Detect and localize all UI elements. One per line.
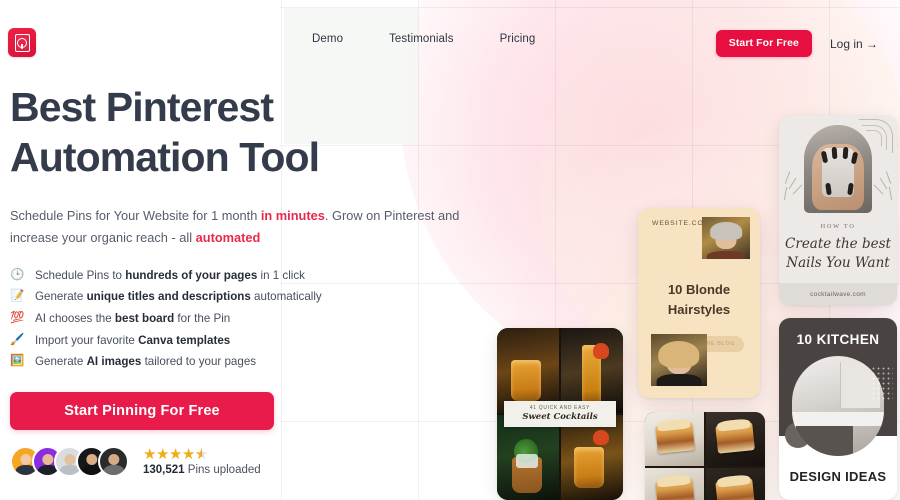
hundred-points-icon: 💯 — [10, 312, 25, 325]
cocktail-card-label: 41 QUICK AND EASY Sweet Cocktails — [504, 401, 616, 427]
pins-uploaded-count: 130,521 Pins uploaded — [143, 464, 261, 476]
cocktail-card-kicker: 41 QUICK AND EASY — [529, 405, 591, 411]
lasagna-photo — [705, 412, 765, 467]
hero-subheading: Schedule Pins for Your Website for 1 mon… — [10, 205, 460, 249]
avatar-group — [10, 446, 129, 478]
feature-list: 🕒 Schedule Pins to hundreds of your page… — [10, 268, 490, 369]
feature-text-pre: Generate — [35, 355, 87, 369]
lasagna-photo — [645, 467, 705, 500]
feature-text-bold: hundreds of your pages — [125, 268, 258, 282]
feature-item-ai-images: 🖼️ Generate AI images tailored to your p… — [10, 354, 490, 369]
kitchen-card-subtitle: DESIGN IDEAS — [789, 469, 887, 484]
blonde-card-title: 10 Blonde Hairstyles — [667, 282, 731, 317]
nav-item-pricing[interactable]: Pricing — [500, 33, 536, 45]
pins-count-suffix: Pins uploaded — [184, 464, 261, 477]
feature-text-post: for the Pin — [174, 311, 231, 325]
feature-item-canva-templates: 🖌️ Import your favorite Canva templates — [10, 333, 490, 348]
pin-card-blonde-hairstyles[interactable]: WEBSITE.COM 10 Blonde Hairstyles READ TH… — [638, 208, 760, 398]
nails-photo — [804, 125, 872, 213]
brand-logo[interactable] — [8, 28, 36, 57]
star-rating: ★★★★★ — [143, 447, 261, 462]
nails-card-title: Create the best Nails You Want — [785, 236, 891, 272]
landing-page-stage: Demo Testimonials Pricing Start For Free… — [0, 0, 900, 500]
cocktail-photo — [560, 414, 623, 500]
main-navigation: Demo Testimonials Pricing — [312, 33, 535, 45]
clock-icon: 🕒 — [10, 268, 25, 281]
feature-text: Schedule Pins to hundreds of your pages … — [35, 268, 305, 283]
rating-block: ★★★★★ 130,521 Pins uploaded — [143, 447, 261, 476]
decorative-dot-pattern — [871, 366, 893, 400]
subhead-accent-in-minutes: in minutes — [260, 207, 325, 223]
cocktail-photo — [497, 414, 560, 500]
feature-text-post: tailored to your pages — [141, 355, 257, 369]
start-for-free-button[interactable]: Start For Free — [715, 30, 812, 57]
feature-text-pre: Schedule Pins to — [35, 268, 126, 282]
feature-text-pre: Generate — [35, 290, 87, 304]
feature-item-schedule-pins: 🕒 Schedule Pins to hundreds of your page… — [10, 268, 490, 283]
blonde-card-photo-top — [702, 217, 750, 259]
header-actions: Start For Free Log in → — [715, 30, 878, 57]
pins-count-value: 130,521 — [143, 464, 185, 477]
lasagna-photo-grid — [645, 412, 765, 500]
feature-item-best-board: 💯 AI chooses the best board for the Pin — [10, 311, 490, 326]
feature-text-post: in 1 click — [257, 268, 305, 282]
pin-card-sweet-cocktails[interactable]: 41 QUICK AND EASY Sweet Cocktails — [497, 328, 623, 500]
site-header: Demo Testimonials Pricing Start For Free… — [0, 0, 900, 80]
page-title: Best Pinterest Automation Tool — [10, 84, 320, 181]
feature-text: Generate unique titles and descriptions … — [35, 289, 322, 304]
subhead-part-1: Schedule Pins for Your Website for 1 mon… — [10, 207, 261, 223]
social-proof: ★★★★★ 130,521 Pins uploaded — [10, 446, 490, 478]
feature-text-bold: unique titles and descriptions — [86, 290, 251, 304]
hero-section: Best Pinterest Automation Tool Schedule … — [10, 82, 490, 478]
nails-card-footer-url: cocktailwave.com — [779, 283, 897, 305]
memo-icon: 📝 — [10, 290, 25, 303]
subhead-accent-automated: automated — [195, 229, 261, 245]
feature-item-generate-titles: 📝 Generate unique titles and description… — [10, 289, 490, 304]
paintbrush-icon: 🖌️ — [10, 333, 25, 346]
nails-card-kicker: HOW TO — [820, 223, 856, 230]
star-half-icon: ★ — [194, 446, 208, 464]
feature-text-bold: best board — [114, 311, 175, 325]
feature-text: Import your favorite Canva templates — [35, 333, 230, 348]
feature-text-bold: AI images — [86, 355, 142, 369]
login-link[interactable]: Log in → — [830, 37, 878, 51]
pin-card-lasagna[interactable] — [645, 412, 765, 500]
feature-text: AI chooses the best board for the Pin — [35, 311, 230, 326]
nav-item-demo[interactable]: Demo — [312, 33, 343, 45]
feature-text-pre: Import your favorite — [35, 333, 139, 347]
framed-picture-icon: 🖼️ — [10, 355, 25, 368]
lasagna-photo — [705, 467, 765, 500]
nav-item-testimonials[interactable]: Testimonials — [389, 33, 453, 45]
kitchen-card-title: 10 KITCHEN — [796, 332, 880, 347]
pin-card-kitchen-design[interactable]: 10 KITCHEN DESIGN IDEAS — [779, 318, 897, 500]
feature-text: Generate AI images tailored to your page… — [35, 354, 256, 369]
feature-text-bold: Canva templates — [138, 333, 231, 347]
start-pinning-for-free-button[interactable]: Start Pinning For Free — [10, 392, 274, 431]
pin-card-nails[interactable]: HOW TO Create the best Nails You Want co… — [779, 115, 897, 305]
avatar — [98, 446, 129, 478]
cocktail-card-title: Sweet Cocktails — [522, 412, 598, 422]
feature-text-pre: AI chooses the — [35, 311, 115, 325]
blonde-card-photo-bottom — [651, 334, 707, 386]
pinterest-page-logo-icon — [14, 33, 30, 52]
feature-text-post: automatically — [250, 290, 322, 304]
stars-full: ★★★★ — [143, 446, 195, 464]
lasagna-photo — [645, 412, 705, 467]
